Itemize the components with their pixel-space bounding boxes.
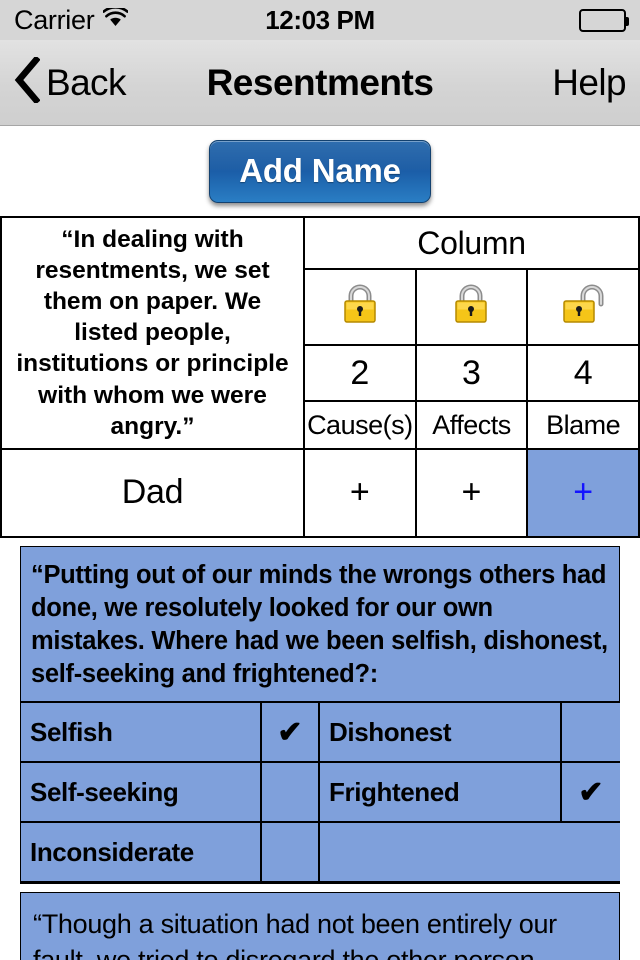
inventory-panel: “Putting out of our minds the wrongs oth…: [20, 545, 620, 885]
column-lock-4[interactable]: [526, 268, 640, 346]
battery-cap: [626, 16, 629, 26]
carrier-label: Carrier: [14, 4, 95, 35]
toolbar: Add Name: [0, 126, 640, 216]
checkbox-label-empty: [318, 821, 620, 884]
battery-icon: [579, 8, 629, 32]
lock-closed-icon: [455, 284, 488, 324]
lock-closed-icon: [344, 284, 376, 324]
checkbox-selfish[interactable]: ✔: [260, 701, 320, 764]
instruction-quote: “In dealing with resentments, we set the…: [0, 216, 305, 450]
add-blame-button[interactable]: +: [526, 447, 640, 538]
add-name-button[interactable]: Add Name: [209, 139, 431, 203]
add-affects-button[interactable]: +: [414, 447, 529, 538]
status-bar-right: [579, 8, 629, 32]
list-item: Inconsiderate: [21, 821, 620, 884]
column-label-blame: Blame: [526, 400, 640, 450]
checkbox-label-self-seeking[interactable]: Self-seeking: [21, 761, 262, 824]
checkbox-self-seeking[interactable]: [260, 761, 320, 824]
column-lock-2[interactable]: [303, 268, 417, 346]
add-cause-button[interactable]: +: [303, 447, 417, 538]
list-item: Selfish ✔ Dishonest: [21, 701, 620, 764]
checkbox-label-inconsiderate[interactable]: Inconsiderate: [21, 821, 262, 884]
status-bar-left: Carrier: [14, 4, 130, 36]
column-label-causes: Cause(s): [303, 400, 417, 450]
checkbox-label-dishonest[interactable]: Dishonest: [318, 701, 562, 764]
column-number-3: 3: [414, 343, 529, 403]
resentment-name-dad[interactable]: Dad: [0, 447, 305, 538]
column-group-header: Column: [303, 215, 640, 271]
table-row-header: “In dealing with resentments, we set the…: [0, 215, 640, 450]
status-bar: Carrier 12:03 PM: [0, 0, 640, 40]
help-button[interactable]: Help: [552, 62, 626, 104]
wifi-icon: [102, 5, 130, 32]
table-row: Dad + + +: [0, 447, 640, 538]
column-number-2: 2: [303, 343, 417, 403]
inventory-check-table: Selfish ✔ Dishonest Self-seeking Frighte…: [21, 701, 620, 884]
checkbox-frightened[interactable]: ✔: [560, 761, 620, 824]
checkbox-label-selfish[interactable]: Selfish: [21, 701, 262, 764]
nav-bar: Back Resentments Help: [0, 40, 640, 126]
resentment-table: “In dealing with resentments, we set the…: [0, 215, 640, 538]
checkbox-dishonest[interactable]: [560, 701, 620, 764]
checkbox-label-frightened[interactable]: Frightened: [318, 761, 562, 824]
bottom-quote-panel: “Though a situation had not been entirel…: [20, 892, 620, 960]
checkbox-inconsiderate[interactable]: [260, 821, 320, 884]
bottom-quote-text: “Though a situation had not been entirel…: [33, 909, 557, 960]
column-lock-3[interactable]: [414, 268, 529, 346]
column-label-affects: Affects: [414, 400, 529, 450]
lock-open-icon: [563, 284, 604, 324]
back-button-label: Back: [46, 61, 126, 103]
list-item: Self-seeking Frightened ✔: [21, 761, 620, 824]
column-number-4: 4: [526, 343, 640, 403]
inventory-quote: “Putting out of our minds the wrongs oth…: [31, 560, 608, 689]
chevron-left-icon: [14, 55, 41, 108]
back-button[interactable]: Back: [14, 55, 126, 108]
